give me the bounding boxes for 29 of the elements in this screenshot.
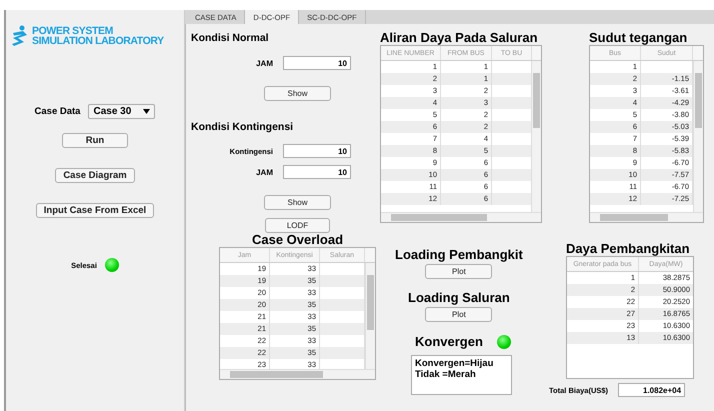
section-title: Loading Pembangkit xyxy=(395,247,523,262)
case-dropdown[interactable]: Case 30 xyxy=(88,104,156,119)
section-title: Daya Pembangkitan xyxy=(566,241,691,256)
input-field[interactable]: 10 xyxy=(283,56,351,70)
legend-text: Tidak =Merah xyxy=(415,369,477,380)
action-button[interactable]: Input Case From Excel xyxy=(36,203,154,218)
section-title: Kondisi Normal xyxy=(191,32,270,44)
logo-text: POWER SYSTEM xyxy=(32,26,113,36)
section-title: Case Overload xyxy=(252,233,344,247)
section-title: Konvergen xyxy=(415,334,483,349)
section-title: Kondisi Kontingensi xyxy=(191,121,294,133)
logo-text: SIMULATION LABORATORY xyxy=(32,36,164,46)
plot-button[interactable]: Plot xyxy=(425,307,492,322)
total-field[interactable]: 1.082e+04 xyxy=(618,383,686,397)
legend-text: Konvergen=Hijau xyxy=(415,358,494,369)
show-button[interactable]: Show xyxy=(264,86,331,101)
plot-button[interactable]: Plot xyxy=(425,264,492,279)
case-data-label: Case Data xyxy=(34,106,80,117)
action-button[interactable]: Case Diagram xyxy=(55,168,135,183)
input-field[interactable]: 10 xyxy=(283,165,351,179)
section-title: Loading Saluran xyxy=(408,290,510,305)
action-button[interactable]: Run xyxy=(62,133,128,148)
lodf-button[interactable]: LODF xyxy=(265,218,330,233)
input-field[interactable]: 10 xyxy=(283,144,351,158)
section-title: Sudut tegangan xyxy=(589,30,688,45)
show-button[interactable]: Show xyxy=(264,195,331,210)
field-label: JAM xyxy=(256,168,273,176)
section-title: Aliran Daya Pada Saluran xyxy=(380,30,539,45)
field-label: JAM xyxy=(256,58,273,68)
